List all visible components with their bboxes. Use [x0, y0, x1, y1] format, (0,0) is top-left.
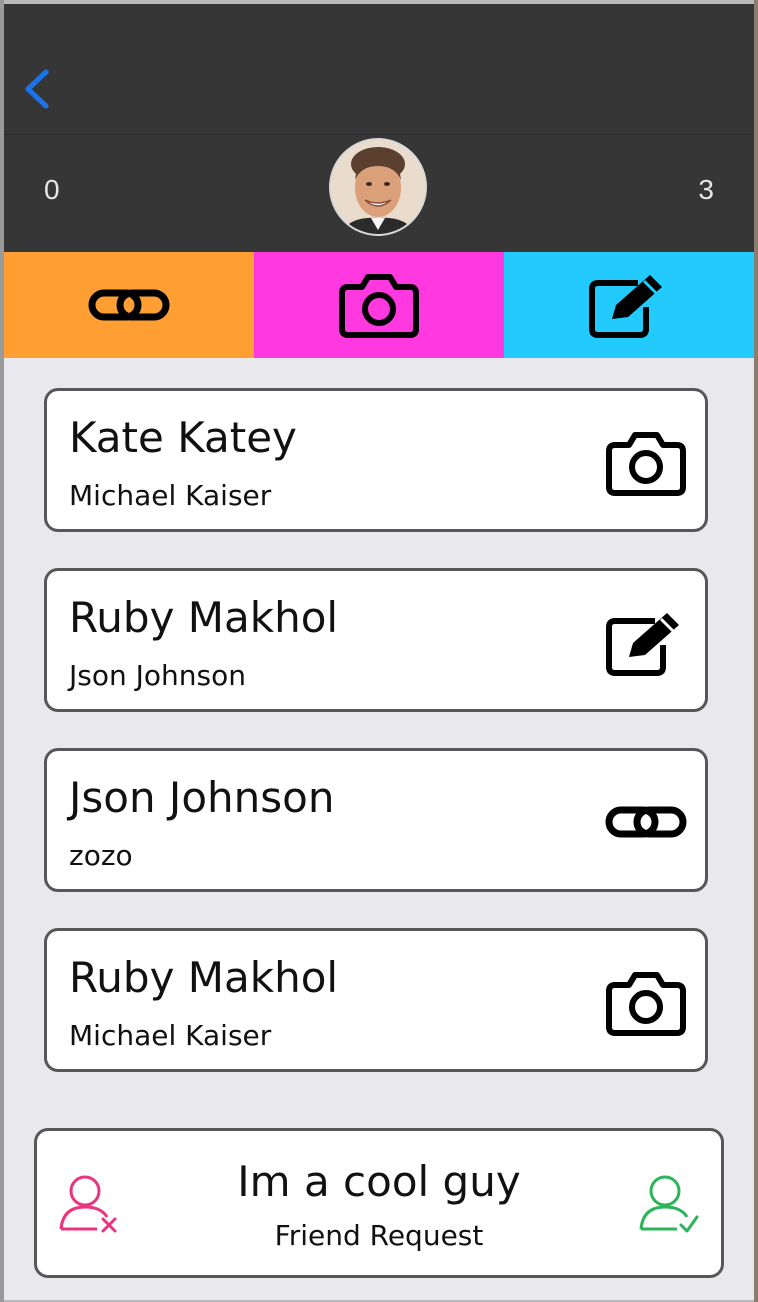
avatar-image — [331, 140, 425, 234]
tab-camera[interactable] — [254, 252, 504, 358]
list-item[interactable]: Ruby Makhol Json Johnson — [44, 568, 708, 712]
card-title: Ruby Makhol — [69, 953, 339, 1002]
list-item[interactable]: Json Johnson zozo — [44, 748, 708, 892]
link-icon — [88, 289, 170, 321]
list-item[interactable]: Ruby Makhol Michael Kaiser — [44, 928, 708, 1072]
accept-request-button[interactable] — [637, 1171, 701, 1235]
card-title: Ruby Makhol — [69, 593, 339, 642]
header-divider — [4, 134, 754, 135]
edit-icon — [589, 275, 662, 338]
chevron-left-icon — [25, 69, 49, 109]
action-tabs — [4, 252, 754, 358]
background-right — [754, 0, 758, 1302]
card-subtitle: Json Johnson — [69, 659, 246, 692]
request-subtitle: Friend Request — [274, 1219, 484, 1252]
card-subtitle: zozo — [69, 839, 133, 872]
edit-icon — [605, 609, 687, 681]
tab-link[interactable] — [4, 252, 254, 358]
app-screen: 0 3 Kate Katey Michael Kaiser Ruby Makho… — [4, 4, 754, 1300]
camera-icon — [605, 429, 687, 501]
accept-user-icon — [639, 1175, 699, 1233]
card-title: Json Johnson — [69, 773, 335, 822]
left-count: 0 — [44, 174, 60, 205]
profile-header: 0 3 — [4, 4, 754, 252]
tab-edit[interactable] — [504, 252, 754, 358]
card-subtitle: Michael Kaiser — [69, 479, 272, 512]
friend-request-card: Im a cool guy Friend Request — [34, 1128, 724, 1278]
profile-avatar[interactable] — [329, 138, 427, 236]
request-title: Im a cool guy — [237, 1157, 521, 1206]
card-subtitle: Michael Kaiser — [69, 1019, 272, 1052]
right-count: 3 — [698, 174, 714, 205]
list-item[interactable]: Kate Katey Michael Kaiser — [44, 388, 708, 532]
back-button[interactable] — [18, 66, 58, 112]
link-icon — [605, 805, 687, 843]
camera-icon — [605, 969, 687, 1041]
card-title: Kate Katey — [69, 413, 297, 462]
camera-icon — [339, 274, 419, 338]
